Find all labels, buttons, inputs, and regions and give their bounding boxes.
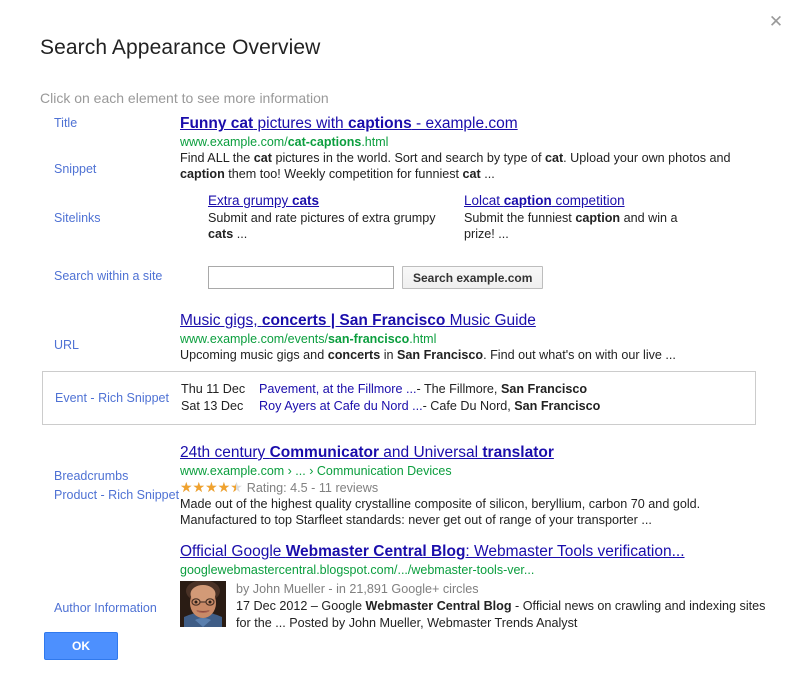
overview-rows: Title Snippet Funny cat pictures with ca… (0, 113, 800, 632)
star-rating-icon: ★★★★★ ★★★★★ (180, 480, 243, 496)
sitelink-item: Extra grumpy cats Submit and rate pictur… (180, 192, 436, 242)
page-title: Search Appearance Overview (40, 36, 321, 59)
result-snippet: Upcoming music gigs and concerts in San … (180, 348, 676, 362)
ok-button[interactable]: OK (44, 632, 118, 660)
result-author: Official Google Webmaster Central Blog: … (180, 542, 800, 632)
label-snippet[interactable]: Snippet (54, 161, 180, 177)
result-product: 24th century Communicator and Universal … (180, 443, 800, 528)
label-breadcrumbs[interactable]: Breadcrumbs (54, 468, 180, 484)
row-sitelinks: Sitelinks Extra grumpy cats Submit and r… (0, 182, 800, 242)
site-search-block: Search example.com (180, 260, 800, 289)
row-title-snippet: Title Snippet Funny cat pictures with ca… (0, 113, 800, 182)
sitelink-title[interactable]: Lolcat caption competition (464, 192, 625, 210)
dialog-subtitle: Click on each element to see more inform… (40, 90, 329, 106)
result-url: www.example.com/cat-captions.html (180, 135, 389, 149)
sidebar-label-column-product: Breadcrumbs Product - Rich Snippet (0, 443, 180, 503)
result-music: Music gigs, concerts | San Francisco Mus… (180, 311, 800, 363)
event-rich-snippet-box[interactable]: Event - Rich Snippet Thu 11 Dec Pavement… (42, 371, 756, 425)
search-appearance-dialog: ✕ Search Appearance Overview Click on ea… (0, 0, 800, 698)
event-row: Sat 13 Dec Roy Ayers at Cafe du Nord ...… (181, 398, 755, 415)
event-link[interactable]: Pavement, at the Fillmore ... (259, 381, 416, 398)
sitelinks-block: Extra grumpy cats Submit and rate pictur… (180, 182, 800, 242)
event-venue: - The Fillmore, San Francisco (416, 382, 588, 396)
close-icon[interactable]: ✕ (766, 12, 786, 32)
author-snippet: 17 Dec 2012 – Google Webmaster Central B… (236, 599, 766, 630)
avatar (180, 581, 226, 627)
sitelink-item: Lolcat caption competition Submit the fu… (436, 192, 692, 242)
label-event-rich-snippet[interactable]: Event - Rich Snippet (43, 390, 181, 406)
label-author-information[interactable]: Author Information (54, 600, 180, 616)
row-author: Author Information Official Google Webma… (0, 542, 800, 632)
label-sitelinks[interactable]: Sitelinks (54, 210, 180, 226)
author-byline: by John Mueller - in 21,891 Google+ circ… (236, 582, 479, 596)
result-cats: Funny cat pictures with captions - examp… (180, 113, 800, 182)
sidebar-label-column: Title Snippet (0, 113, 180, 177)
search-input[interactable] (208, 266, 394, 289)
author-lines: by John Mueller - in 21,891 Google+ circ… (236, 581, 770, 632)
sitelink-title[interactable]: Extra grumpy cats (208, 192, 319, 210)
event-date: Thu 11 Dec (181, 382, 246, 396)
rating-text: Rating: 4.5 - 11 reviews (246, 481, 379, 495)
star-rating-fill: ★★★★★ (180, 481, 236, 495)
row-url: URL Music gigs, concerts | San Francisco… (0, 311, 800, 363)
product-rating: ★★★★★ ★★★★★ Rating: 4.5 - 11 reviews (180, 479, 770, 496)
label-title[interactable]: Title (54, 115, 180, 131)
sitelink-description: Submit and rate pictures of extra grumpy… (208, 211, 436, 241)
event-date: Sat 13 Dec (181, 399, 244, 413)
sidebar-label-column-url: URL (0, 311, 180, 353)
result-snippet: Find ALL the cat pictures in the world. … (180, 151, 731, 181)
sitelink-description: Submit the funniest caption and win a pr… (464, 211, 678, 241)
row-site-search: Search within a site Search example.com (0, 260, 800, 289)
label-url[interactable]: URL (54, 337, 180, 353)
author-block: by John Mueller - in 21,891 Google+ circ… (180, 578, 770, 632)
sitelinks-grid: Extra grumpy cats Submit and rate pictur… (180, 182, 770, 242)
site-search-form: Search example.com (180, 260, 770, 289)
result-breadcrumb: www.example.com › ... › Communication De… (180, 464, 452, 478)
search-site-button[interactable]: Search example.com (402, 266, 544, 289)
row-product: Breadcrumbs Product - Rich Snippet 24th … (0, 443, 800, 528)
event-row: Thu 11 Dec Pavement, at the Fillmore ...… (181, 381, 755, 398)
result-title-link[interactable]: Funny cat pictures with captions - examp… (180, 114, 518, 134)
sidebar-label-column-sitesearch: Search within a site (0, 260, 180, 284)
result-title-link[interactable]: 24th century Communicator and Universal … (180, 443, 554, 463)
sidebar-label-column-author: Author Information (0, 542, 180, 616)
result-url: www.example.com/events/san-francisco.htm… (180, 332, 437, 346)
label-search-within-a-site[interactable]: Search within a site (54, 268, 180, 284)
event-link[interactable]: Roy Ayers at Cafe du Nord ... (259, 398, 423, 415)
label-product-rich-snippet[interactable]: Product - Rich Snippet (54, 487, 180, 503)
result-url: googlewebmastercentral.blogspot.com/.../… (180, 563, 535, 577)
result-snippet: Made out of the highest quality crystall… (180, 497, 701, 527)
event-list: Thu 11 Dec Pavement, at the Fillmore ...… (181, 381, 755, 415)
sidebar-label-column-sitelinks: Sitelinks (0, 182, 180, 226)
result-title-link[interactable]: Official Google Webmaster Central Blog: … (180, 542, 685, 562)
event-venue: - Cafe Du Nord, San Francisco (422, 399, 601, 413)
result-title-link[interactable]: Music gigs, concerts | San Francisco Mus… (180, 311, 536, 331)
